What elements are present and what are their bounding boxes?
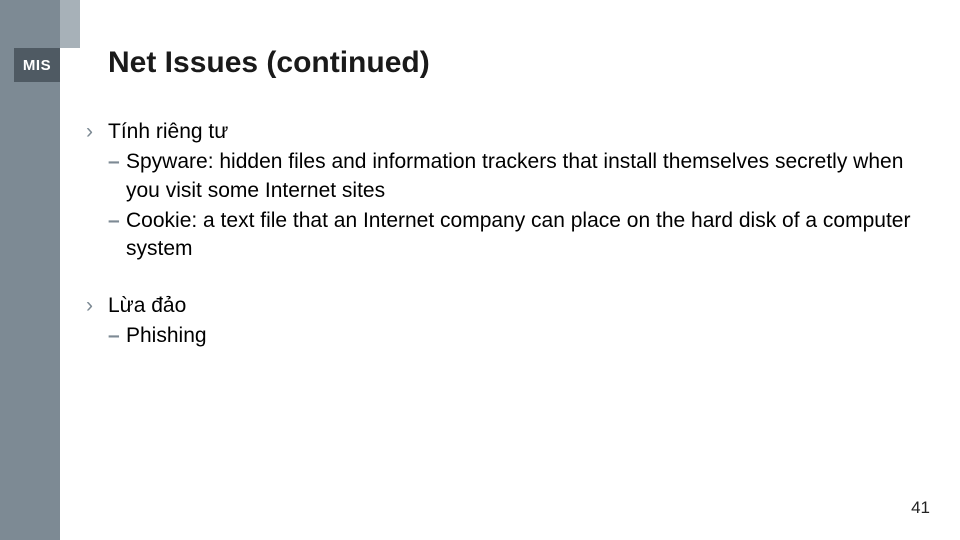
bullet-heading: Lừa đảo bbox=[108, 292, 926, 320]
bullet-item: › Tính riêng tư – Spyware: hidden files … bbox=[86, 118, 926, 264]
sub-bullet-text: Cookie: a text file that an Internet com… bbox=[126, 207, 926, 264]
bullet-marker-icon: › bbox=[86, 118, 108, 264]
sub-bullet-item: – Cookie: a text file that an Internet c… bbox=[108, 207, 926, 264]
sub-bullet-marker-icon: – bbox=[108, 148, 126, 205]
sub-bullet-marker-icon: – bbox=[108, 207, 126, 264]
sub-bullet-marker-icon: – bbox=[108, 322, 126, 350]
page-number: 41 bbox=[911, 498, 930, 518]
slide-title: Net Issues (continued) bbox=[108, 46, 430, 80]
sub-bullet-text: Spyware: hidden files and information tr… bbox=[126, 148, 926, 205]
sub-bullet-item: – Phishing bbox=[108, 322, 926, 350]
header-accent-block bbox=[60, 0, 80, 48]
bullet-marker-icon: › bbox=[86, 292, 108, 351]
sub-bullet-item: – Spyware: hidden files and information … bbox=[108, 148, 926, 205]
bullet-heading: Tính riêng tư bbox=[108, 118, 926, 146]
slide-content: › Tính riêng tư – Spyware: hidden files … bbox=[86, 118, 926, 350]
sub-bullet-text: Phishing bbox=[126, 322, 926, 350]
bullet-item: › Lừa đảo – Phishing bbox=[86, 292, 926, 351]
mis-badge: MIS bbox=[14, 48, 60, 82]
